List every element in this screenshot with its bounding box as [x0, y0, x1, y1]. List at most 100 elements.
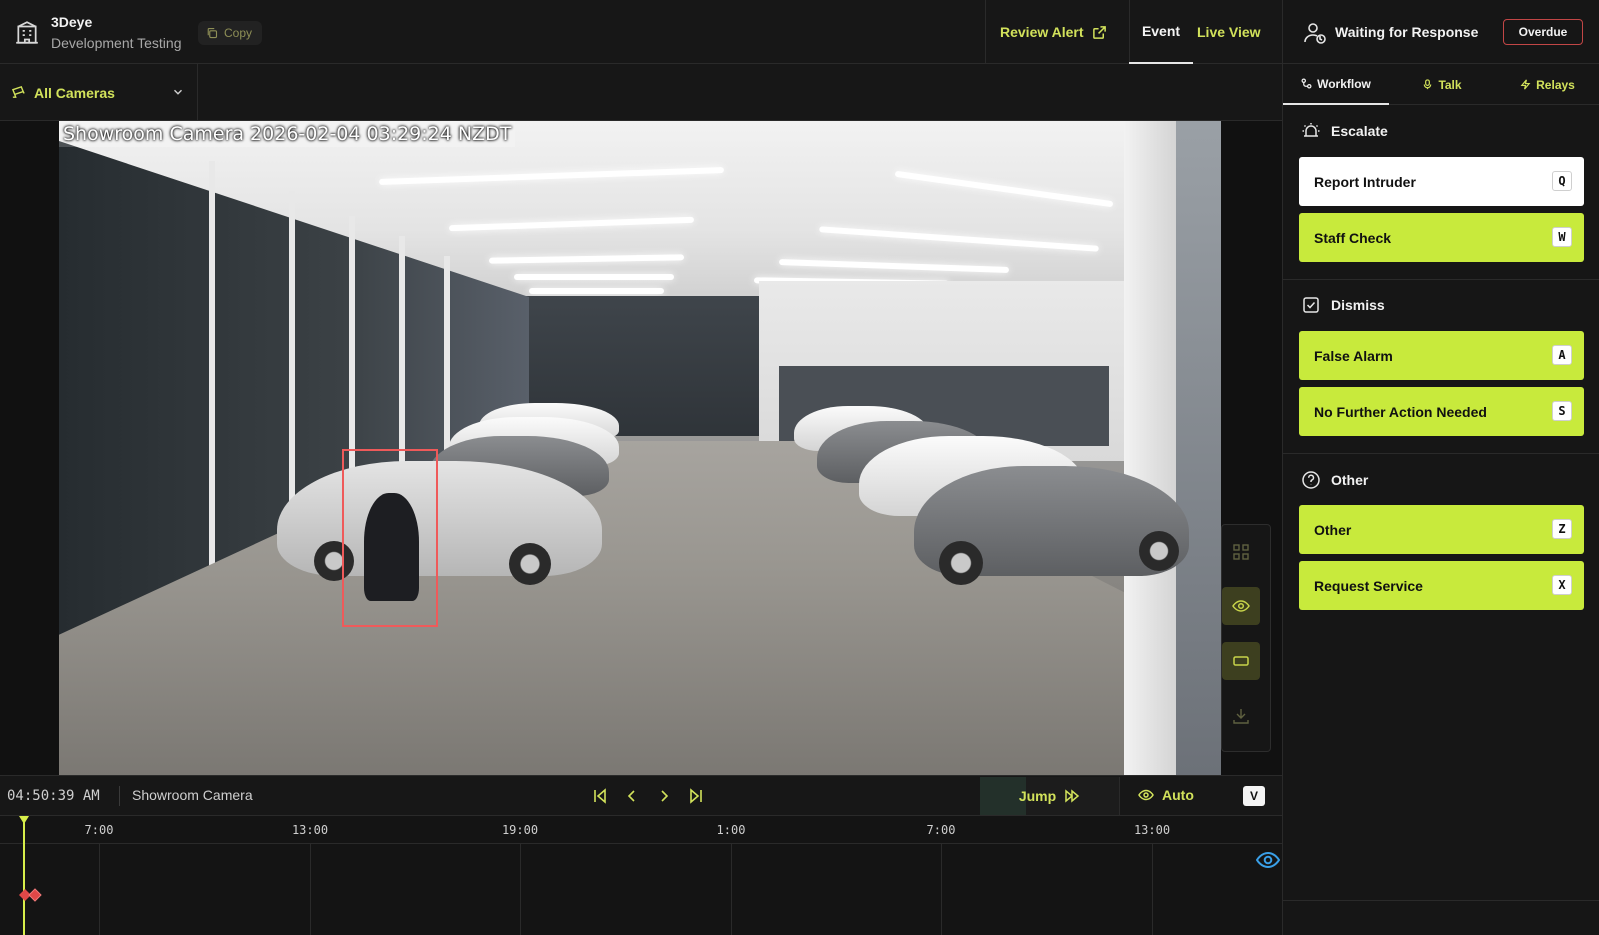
shortcut-key: S	[1552, 401, 1572, 421]
timeline-axis: 7:00 13:00 19:00 1:00 7:00 13:00	[0, 816, 1282, 844]
scene-mullion	[209, 161, 215, 611]
timeline-gridline	[941, 844, 942, 935]
action-label: No Further Action Needed	[1314, 403, 1487, 420]
action-label: Staff Check	[1314, 229, 1392, 246]
camera-video[interactable]: Showroom Camera 2026-02-04 03:29:24 NZDT	[59, 121, 1221, 775]
video-timestamp-overlay: Showroom Camera 2026-02-04 03:29:24 NZDT	[59, 121, 516, 147]
tab-talk[interactable]: Talk	[1389, 64, 1495, 105]
skip-end-icon	[690, 788, 702, 804]
auto-button[interactable]: Auto	[1138, 787, 1194, 803]
player-clock: 04:50:39 AM	[7, 788, 100, 804]
scene-right-glass	[1176, 121, 1221, 775]
timeline-gridline	[1152, 844, 1153, 935]
eye-icon	[1232, 600, 1250, 612]
prev-icon	[627, 790, 635, 802]
section-divider	[1283, 453, 1599, 454]
shortcut-key-v: V	[1243, 786, 1265, 806]
playhead-handle[interactable]	[19, 816, 29, 824]
player-camera-name: Showroom Camera	[132, 787, 253, 803]
ceiling-light	[529, 288, 664, 294]
ceiling-light	[514, 274, 674, 280]
workflow-panel: Waiting for Response Overdue Workflow Ta…	[1282, 0, 1599, 935]
status-title: Waiting for Response	[1335, 24, 1479, 40]
tab-live-view[interactable]: Live View	[1197, 0, 1261, 64]
camera-select[interactable]: All Cameras	[0, 64, 198, 121]
timeline-tick: 7:00	[84, 823, 114, 837]
detection-box[interactable]	[342, 449, 438, 627]
overdue-badge: Overdue	[1503, 19, 1583, 45]
timeline-playhead[interactable]	[23, 816, 25, 935]
copy-icon	[207, 27, 218, 39]
timeline-tick: 1:00	[716, 823, 746, 837]
download-icon	[1233, 709, 1249, 724]
timeline-tick: 19:00	[501, 823, 539, 837]
eye-icon	[1138, 789, 1154, 801]
tab-workflow-label: Workflow	[1317, 76, 1371, 91]
mic-icon	[1424, 79, 1432, 90]
scene-wheel	[509, 543, 551, 585]
aspect-ratio-button[interactable]	[1222, 642, 1260, 680]
section-divider	[1283, 279, 1599, 280]
action-label: Other	[1314, 521, 1352, 538]
review-alert-label: Review Alert	[1000, 24, 1084, 40]
skip-start-button[interactable]	[590, 786, 610, 806]
timeline-gridline	[731, 844, 732, 935]
timeline-eye-icon[interactable]	[1256, 850, 1280, 870]
request-service-button[interactable]: Request Service X	[1299, 561, 1584, 610]
other-button[interactable]: Other Z	[1299, 505, 1584, 554]
section-escalate: Escalate	[1301, 121, 1388, 141]
scene-pillar	[1124, 121, 1176, 775]
previous-button[interactable]	[622, 786, 642, 806]
fast-forward-icon	[1065, 789, 1080, 803]
review-alert-link[interactable]: Review Alert	[1000, 0, 1107, 64]
chevron-down-icon	[174, 89, 182, 95]
panel-bottom-divider	[1283, 900, 1599, 901]
alarm-icon	[1302, 123, 1320, 137]
timeline-tick: 7:00	[926, 823, 956, 837]
camera-bar: All Cameras	[0, 64, 1282, 121]
jump-button[interactable]: Jump	[980, 777, 1120, 815]
visibility-button[interactable]	[1222, 587, 1260, 625]
next-button[interactable]	[654, 786, 674, 806]
shortcut-key: Q	[1552, 171, 1572, 191]
copy-button[interactable]: Copy	[198, 21, 263, 45]
no-further-action-button[interactable]: No Further Action Needed S	[1299, 387, 1584, 436]
action-label: Request Service	[1314, 577, 1423, 594]
rectangle-icon	[1233, 656, 1249, 666]
user-waiting-icon	[1304, 23, 1326, 44]
tab-event[interactable]: Event	[1129, 0, 1193, 64]
event-marker-icon[interactable]	[17, 887, 45, 903]
grid-view-button[interactable]	[1222, 533, 1260, 571]
section-dismiss: Dismiss	[1301, 295, 1385, 315]
timeline-tick: 13:00	[291, 823, 329, 837]
jump-label: Jump	[1018, 788, 1057, 804]
workflow-icon	[1301, 78, 1312, 89]
tab-relays[interactable]: Relays	[1495, 64, 1599, 105]
skip-end-button[interactable]	[686, 786, 706, 806]
top-header: 3Deye Development Testing Copy Review Al…	[0, 0, 1282, 64]
staff-check-button[interactable]: Staff Check W	[1299, 213, 1584, 262]
shortcut-key: W	[1552, 227, 1572, 247]
building-icon	[16, 21, 38, 44]
site-name: Development Testing	[51, 35, 182, 51]
question-circle-icon	[1302, 471, 1320, 489]
skip-start-icon	[594, 788, 606, 804]
check-square-icon	[1303, 297, 1319, 313]
player-separator	[119, 786, 120, 806]
section-other-title: Other	[1331, 472, 1369, 488]
scene-wheel	[1139, 531, 1179, 571]
panel-tabs: Workflow Talk Relays	[1283, 64, 1599, 105]
report-intruder-button[interactable]: Report Intruder Q	[1299, 157, 1584, 206]
tab-talk-label: Talk	[1438, 77, 1462, 92]
section-escalate-title: Escalate	[1331, 123, 1388, 139]
timeline[interactable]: 7:00 13:00 19:00 1:00 7:00 13:00	[0, 816, 1282, 935]
bolt-icon	[1520, 79, 1531, 90]
false-alarm-button[interactable]: False Alarm A	[1299, 331, 1584, 380]
section-other: Other	[1301, 470, 1368, 490]
download-button[interactable]	[1222, 697, 1260, 735]
scene-wheel	[939, 541, 983, 585]
tab-workflow[interactable]: Workflow	[1283, 64, 1389, 105]
auto-label: Auto	[1162, 787, 1194, 803]
player-bar: 04:50:39 AM Showroom Camera Jump Auto V	[0, 775, 1282, 816]
header-divider	[985, 0, 986, 64]
